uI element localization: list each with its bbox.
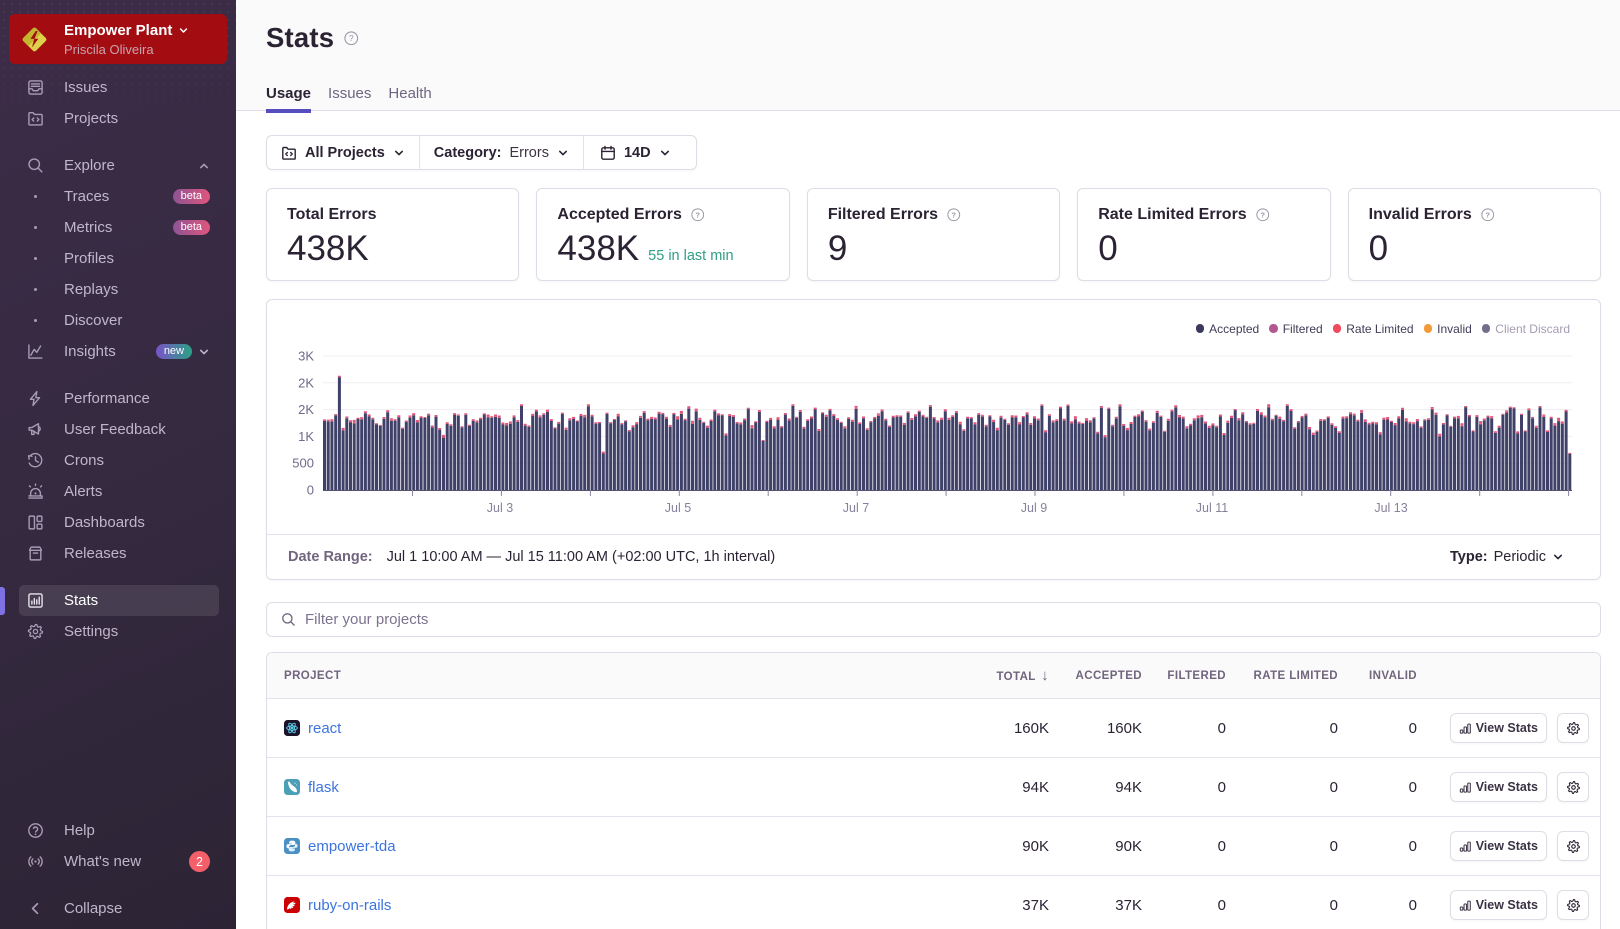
svg-text:Jul 7: Jul 7 bbox=[843, 501, 869, 515]
svg-text:?: ? bbox=[1260, 211, 1265, 220]
svg-text:Jul 3: Jul 3 bbox=[487, 501, 513, 515]
svg-text:Jul 5: Jul 5 bbox=[665, 501, 691, 515]
svg-text:?: ? bbox=[1485, 211, 1490, 220]
svg-text:0: 0 bbox=[307, 483, 314, 498]
svg-text:Jul 11: Jul 11 bbox=[1196, 501, 1228, 515]
svg-text:?: ? bbox=[952, 211, 957, 220]
svg-text:3K: 3K bbox=[298, 349, 314, 364]
svg-text:Jul 13: Jul 13 bbox=[1374, 501, 1407, 515]
svg-text:Jul 9: Jul 9 bbox=[1021, 501, 1047, 515]
svg-text:2K: 2K bbox=[298, 402, 314, 417]
svg-text:500: 500 bbox=[292, 456, 314, 471]
svg-text:?: ? bbox=[349, 34, 354, 43]
svg-text:?: ? bbox=[695, 211, 700, 220]
svg-text:1K: 1K bbox=[298, 429, 314, 444]
svg-text:2K: 2K bbox=[298, 375, 314, 390]
